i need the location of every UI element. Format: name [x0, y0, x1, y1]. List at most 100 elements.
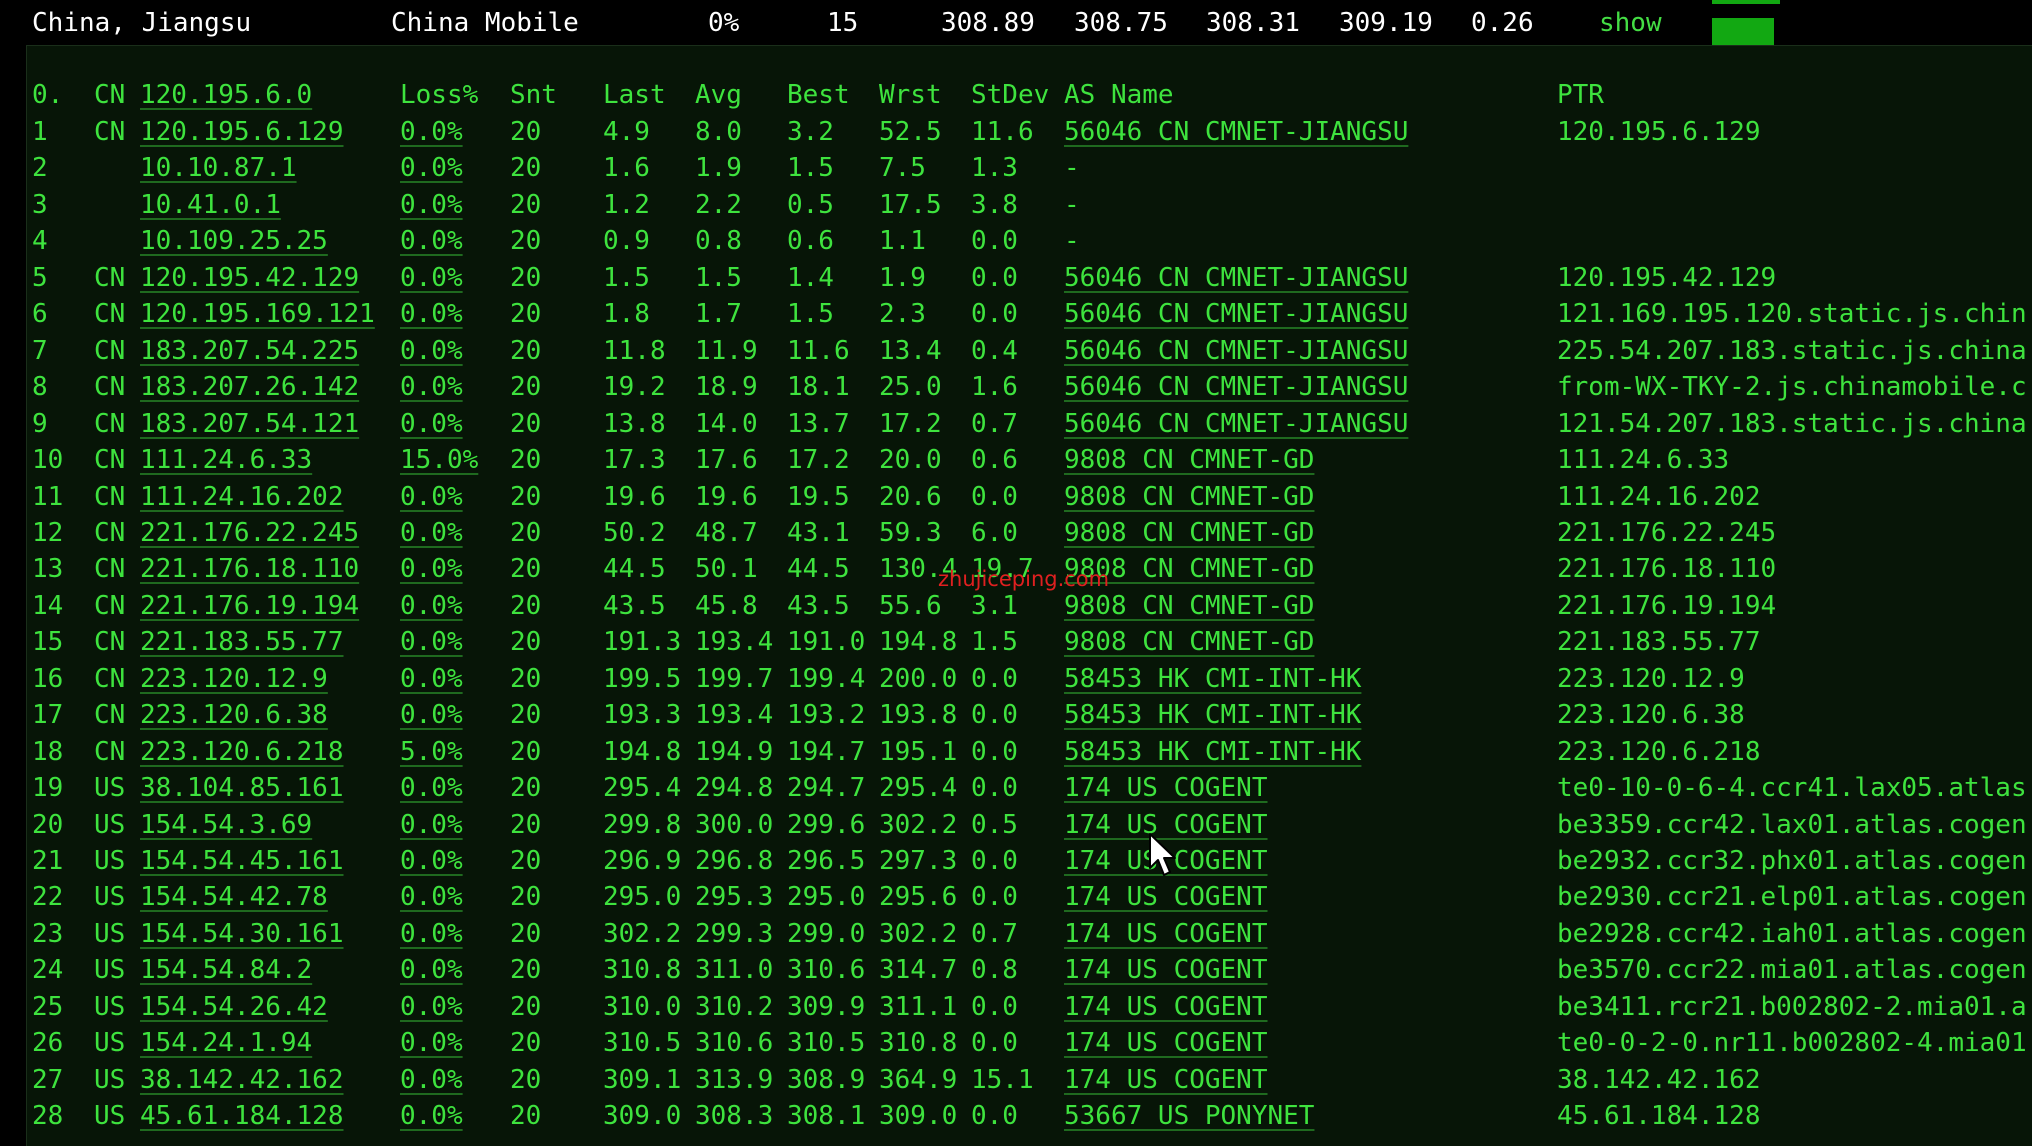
- as-name[interactable]: 174 US COGENT: [1064, 1065, 1268, 1095]
- ip-address[interactable]: 223.120.6.218: [140, 737, 344, 767]
- ip-address[interactable]: 10.10.87.1: [140, 153, 297, 183]
- sent-count: 20: [510, 190, 542, 220]
- loss-percent: 0.0%: [400, 846, 463, 876]
- as-name[interactable]: 58453 HK CMI-INT-HK: [1064, 664, 1361, 694]
- best-latency: 299.6: [787, 810, 866, 840]
- avg-latency: 1.5: [695, 263, 742, 293]
- sent-count: 20: [510, 882, 542, 912]
- ip-address[interactable]: 38.142.42.162: [140, 1065, 344, 1095]
- as-name[interactable]: 58453 HK CMI-INT-HK: [1064, 700, 1361, 730]
- stdev: 6.0: [971, 518, 1018, 548]
- worst-latency: 309.0: [879, 1101, 958, 1131]
- as-name[interactable]: 9808 CN CMNET-GD: [1064, 627, 1314, 657]
- stdev: 15.1: [971, 1065, 1034, 1095]
- ip-address[interactable]: 45.61.184.128: [140, 1101, 344, 1131]
- as-name[interactable]: 58453 HK CMI-INT-HK: [1064, 737, 1361, 767]
- ip-address[interactable]: 221.176.19.194: [140, 591, 359, 621]
- ip-address[interactable]: 10.109.25.25: [140, 226, 328, 256]
- as-name[interactable]: 174 US COGENT: [1064, 882, 1268, 912]
- loss-percent: 0.0%: [400, 1065, 463, 1095]
- header-sent-count: Snt: [510, 80, 557, 110]
- ip-address[interactable]: 111.24.16.202: [140, 482, 344, 512]
- as-name[interactable]: 9808 CN CMNET-GD: [1064, 518, 1314, 548]
- ip-address[interactable]: 154.54.45.161: [140, 846, 344, 876]
- worst-latency: 1.1: [879, 226, 926, 256]
- as-name[interactable]: 174 US COGENT: [1064, 992, 1268, 1022]
- worst-latency: 17.2: [879, 409, 942, 439]
- ip-address[interactable]: 223.120.12.9: [140, 664, 328, 694]
- last-latency: 295.0: [603, 882, 682, 912]
- ip-address[interactable]: 223.120.6.38: [140, 700, 328, 730]
- as-name[interactable]: 174 US COGENT: [1064, 919, 1268, 949]
- avg-latency: 17.6: [695, 445, 758, 475]
- country-code: CN: [94, 627, 126, 657]
- as-name[interactable]: 9808 CN CMNET-GD: [1064, 482, 1314, 512]
- avg-latency: 193.4: [695, 627, 774, 657]
- loss-percent: 0.0%: [400, 299, 463, 329]
- worst-latency: 314.7: [879, 955, 958, 985]
- ip-address[interactable]: 221.176.22.245: [140, 518, 359, 548]
- country-code: US: [94, 1028, 126, 1058]
- ip-address[interactable]: 154.54.42.78: [140, 882, 328, 912]
- hop-number: 16: [32, 664, 64, 694]
- country-code: CN: [94, 518, 126, 548]
- worst-latency: 59.3: [879, 518, 942, 548]
- avg-latency: 0.8: [695, 226, 742, 256]
- ip-address[interactable]: 183.207.26.142: [140, 372, 359, 402]
- as-name[interactable]: 56046 CN CMNET-JIANGSU: [1064, 336, 1408, 366]
- as-name[interactable]: 56046 CN CMNET-JIANGSU: [1064, 372, 1408, 402]
- ip-address[interactable]: 154.54.84.2: [140, 955, 312, 985]
- ip-address[interactable]: 38.104.85.161: [140, 773, 344, 803]
- header-as-name: AS Name: [1064, 80, 1174, 110]
- avg-latency: 14.0: [695, 409, 758, 439]
- ip-address[interactable]: 183.207.54.225: [140, 336, 359, 366]
- hop-number: 13: [32, 554, 64, 584]
- country-code: CN: [94, 445, 126, 475]
- ip-address[interactable]: 10.41.0.1: [140, 190, 281, 220]
- as-name[interactable]: 174 US COGENT: [1064, 1028, 1268, 1058]
- as-name[interactable]: 56046 CN CMNET-JIANGSU: [1064, 117, 1408, 147]
- ip-address[interactable]: 154.54.3.69: [140, 810, 312, 840]
- avg-latency: 194.9: [695, 737, 774, 767]
- last-latency: 44.5: [603, 554, 666, 584]
- country-code: CN: [94, 737, 126, 767]
- best-latency: 194.7: [787, 737, 866, 767]
- as-name[interactable]: 9808 CN CMNET-GD: [1064, 445, 1314, 475]
- avg-latency: 1.7: [695, 299, 742, 329]
- stdev: 0.0: [971, 226, 1018, 256]
- sent-count: 20: [510, 846, 542, 876]
- country-code: CN: [94, 409, 126, 439]
- avg-latency: 296.8: [695, 846, 774, 876]
- last-latency: 310.8: [603, 955, 682, 985]
- ip-address[interactable]: 120.195.42.129: [140, 263, 359, 293]
- as-name[interactable]: 56046 CN CMNET-JIANGSU: [1064, 299, 1408, 329]
- ip-address[interactable]: 221.183.55.77: [140, 627, 344, 657]
- ip-address[interactable]: 120.195.169.121: [140, 299, 375, 329]
- ptr-hostname: 38.142.42.162: [1557, 1065, 1761, 1095]
- as-name[interactable]: 56046 CN CMNET-JIANGSU: [1064, 409, 1408, 439]
- header-country-code: CN: [94, 80, 126, 110]
- as-name[interactable]: 9808 CN CMNET-GD: [1064, 591, 1314, 621]
- last-latency: 4.9: [603, 117, 650, 147]
- as-name[interactable]: 53667 US PONYNET: [1064, 1101, 1314, 1131]
- ip-address[interactable]: 111.24.6.33: [140, 445, 312, 475]
- ip-address[interactable]: 221.176.18.110: [140, 554, 359, 584]
- best-latency: 191.0: [787, 627, 866, 657]
- ip-address[interactable]: 120.195.6.129: [140, 117, 344, 147]
- hop-number: 22: [32, 882, 64, 912]
- last-latency: 302.2: [603, 919, 682, 949]
- as-name[interactable]: 56046 CN CMNET-JIANGSU: [1064, 263, 1408, 293]
- loss-percent: 0.0%: [400, 773, 463, 803]
- as-name[interactable]: 174 US COGENT: [1064, 955, 1268, 985]
- ip-address[interactable]: 183.207.54.121: [140, 409, 359, 439]
- header-ip-address[interactable]: 120.195.6.0: [140, 80, 312, 110]
- sent-count: 20: [510, 1101, 542, 1131]
- as-name[interactable]: 174 US COGENT: [1064, 773, 1268, 803]
- stdev: 0.7: [971, 409, 1018, 439]
- ip-address[interactable]: 154.54.30.161: [140, 919, 344, 949]
- loss-percent: 0.0%: [400, 664, 463, 694]
- ip-address[interactable]: 154.54.26.42: [140, 992, 328, 1022]
- loss-percent: 0.0%: [400, 955, 463, 985]
- best-latency: 11.6: [787, 336, 850, 366]
- ip-address[interactable]: 154.24.1.94: [140, 1028, 312, 1058]
